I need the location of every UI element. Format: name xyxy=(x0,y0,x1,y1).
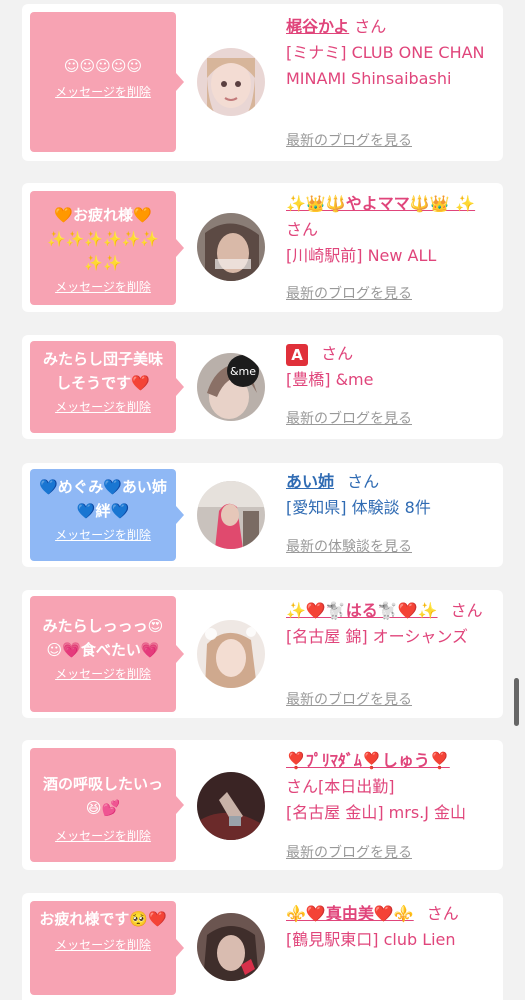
message-bubble: ☺☺☺☺☺ メッセージを削除 xyxy=(30,12,184,152)
message-card: 酒の呼吸したいっ😆💕 メッセージを削除 ❣️ﾌﾟﾘﾏﾀﾞﾑ❣️しゅう❣️ さん[… xyxy=(22,740,503,870)
delete-message-link[interactable]: メッセージを削除 xyxy=(30,666,176,682)
message-bubble: お疲れ様です🥺❤️ メッセージを削除 xyxy=(30,901,184,995)
avatar[interactable] xyxy=(197,620,265,688)
avatar[interactable]: &me xyxy=(197,353,265,421)
avatar[interactable] xyxy=(197,213,265,281)
honorific: さん[本日出勤] xyxy=(286,777,395,796)
latest-blog-link[interactable]: 最新のブログを見る xyxy=(286,689,412,709)
latest-blog-link[interactable]: 最新のブログを見る xyxy=(286,408,412,428)
shop-name: [川崎駅前] New ALL xyxy=(286,246,437,265)
shop-name: [ミナミ] CLUB ONE CHAN MINAMI Shinsaibashi xyxy=(286,43,485,88)
honorific: さん xyxy=(286,220,319,239)
card-info: A さん [豊橋] &me xyxy=(286,341,496,393)
avatar-photo xyxy=(197,913,265,981)
honorific: さん xyxy=(426,904,459,923)
message-card: お疲れ様です🥺❤️ メッセージを削除 ⚜️❤️真由美❤️⚜️ さん [鶴見駅東口… xyxy=(22,893,503,1000)
message-card: 🧡お疲れ様🧡 ✨✨✨✨✨✨ ✨✨ メッセージを削除 ✨👑🔱やよママ🔱👑 ✨ さん… xyxy=(22,183,503,312)
user-name[interactable]: ✨👑🔱やよママ🔱👑 ✨ xyxy=(286,194,475,213)
honorific: さん xyxy=(347,472,380,491)
latest-review-link[interactable]: 最新の体験談を見る xyxy=(286,536,412,556)
scrollbar-thumb[interactable] xyxy=(514,678,519,726)
delete-message-link[interactable]: メッセージを削除 xyxy=(30,279,176,295)
user-name[interactable]: ⚜️❤️真由美❤️⚜️ xyxy=(286,904,414,923)
latest-blog-link[interactable]: 最新のブログを見る xyxy=(286,842,412,862)
message-card: みたらしっっっ😍☺💗食べたい💗 メッセージを削除 ✨❤️🐩はる🐩❤️✨ さん [… xyxy=(22,590,503,718)
message-bubble: みたらし団子美味しそうです❤️ メッセージを削除 xyxy=(30,341,184,433)
message-card: 💙めぐみ💙あい姉💙絆💙 メッセージを削除 あい姉 さん [愛知県] 体験談 8件… xyxy=(22,463,503,567)
avatar-photo: &me xyxy=(197,353,265,421)
user-name[interactable]: 梶谷かよ xyxy=(286,17,349,36)
avatar[interactable] xyxy=(197,48,265,116)
card-info: ❣️ﾌﾟﾘﾏﾀﾞﾑ❣️しゅう❣️ さん[本日出勤] [名古屋 金山] mrs.J… xyxy=(286,748,496,826)
latest-blog-link[interactable]: 最新のブログを見る xyxy=(286,283,412,303)
honorific: さん xyxy=(354,17,387,36)
message-text: 💙めぐみ💙あい姉💙絆💙 xyxy=(39,478,167,520)
message-text: みたらしっっっ😍☺💗食べたい💗 xyxy=(42,617,164,659)
shop-name: [豊橋] &me xyxy=(286,370,374,389)
delete-message-link[interactable]: メッセージを削除 xyxy=(30,84,176,100)
user-name[interactable]: ✨❤️🐩はる🐩❤️✨ xyxy=(286,601,438,620)
avatar-photo xyxy=(197,772,265,840)
avatar[interactable] xyxy=(197,481,265,549)
user-name[interactable]: あい姉 xyxy=(286,472,334,491)
shop-name: [名古屋 錦] オーシャンズ xyxy=(286,627,469,646)
user-name[interactable]: A xyxy=(286,343,308,366)
shop-name: [鶴見駅東口] club Lien xyxy=(286,930,456,949)
shop-name: [愛知県] 体験談 8件 xyxy=(286,498,431,517)
shop-name: [名古屋 金山] mrs.J 金山 xyxy=(286,803,467,822)
delete-message-link[interactable]: メッセージを削除 xyxy=(30,399,176,415)
message-bubble: みたらしっっっ😍☺💗食べたい💗 メッセージを削除 xyxy=(30,596,184,712)
svg-text:&me: &me xyxy=(230,365,256,378)
card-info: ✨👑🔱やよママ🔱👑 ✨ さん [川崎駅前] New ALL xyxy=(286,191,496,269)
message-text: みたらし団子美味しそうです❤️ xyxy=(42,350,163,392)
delete-message-link[interactable]: メッセージを削除 xyxy=(30,937,176,953)
card-info: 梶谷かよ さん [ミナミ] CLUB ONE CHAN MINAMI Shins… xyxy=(286,14,496,92)
user-name[interactable]: ❣️ﾌﾟﾘﾏﾀﾞﾑ❣️しゅう❣️ xyxy=(286,751,450,770)
card-info: ✨❤️🐩はる🐩❤️✨ さん [名古屋 錦] オーシャンズ xyxy=(286,598,496,650)
latest-blog-link[interactable]: 最新のブログを見る xyxy=(286,130,412,150)
message-card: みたらし団子美味しそうです❤️ メッセージを削除 &me A さん [豊橋] &… xyxy=(22,335,503,439)
honorific: さん xyxy=(321,344,354,363)
message-bubble: 🧡お疲れ様🧡 ✨✨✨✨✨✨ ✨✨ メッセージを削除 xyxy=(30,191,184,305)
message-text: お疲れ様です🥺❤️ xyxy=(39,910,167,928)
avatar-photo xyxy=(197,620,265,688)
message-text: 🧡お疲れ様🧡 ✨✨✨✨✨✨ ✨✨ xyxy=(46,206,160,272)
avatar[interactable] xyxy=(197,913,265,981)
delete-message-link[interactable]: メッセージを削除 xyxy=(30,527,176,543)
avatar[interactable] xyxy=(197,772,265,840)
message-card: ☺☺☺☺☺ メッセージを削除 梶谷かよ さん [ミナミ] CLUB ONE CH… xyxy=(22,4,503,161)
message-text: 酒の呼吸したいっ😆💕 xyxy=(42,775,163,817)
honorific: さん xyxy=(450,601,483,620)
avatar-photo xyxy=(197,481,265,549)
message-text: ☺☺☺☺☺ xyxy=(63,57,143,75)
card-info: ⚜️❤️真由美❤️⚜️ さん [鶴見駅東口] club Lien xyxy=(286,901,496,953)
avatar-photo xyxy=(197,48,265,116)
card-info: あい姉 さん [愛知県] 体験談 8件 xyxy=(286,469,496,521)
delete-message-link[interactable]: メッセージを削除 xyxy=(30,828,176,844)
message-bubble: 酒の呼吸したいっ😆💕 メッセージを削除 xyxy=(30,748,184,862)
avatar-photo xyxy=(197,213,265,281)
message-bubble: 💙めぐみ💙あい姉💙絆💙 メッセージを削除 xyxy=(30,469,184,561)
